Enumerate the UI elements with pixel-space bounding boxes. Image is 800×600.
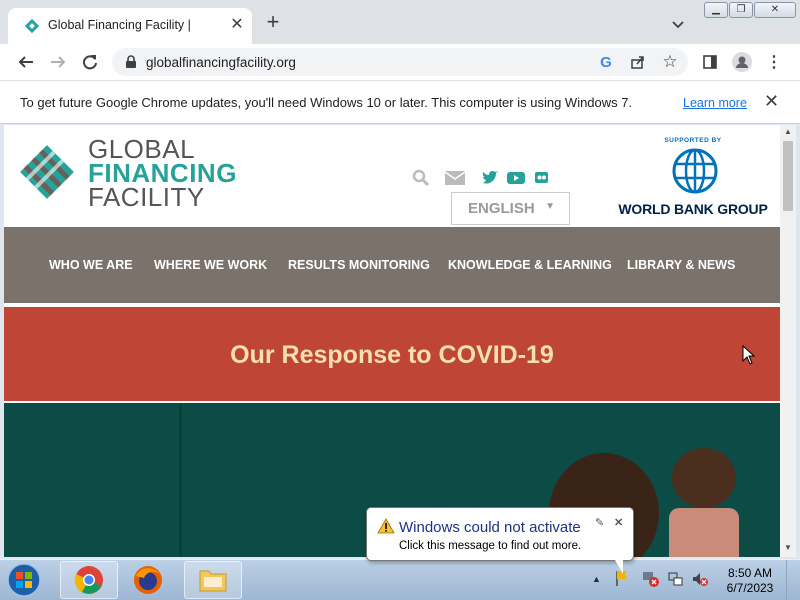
profile-avatar-icon[interactable] <box>730 50 754 74</box>
windows-taskbar: ▲ 8:50 AM 6/7/2023 <box>0 559 800 600</box>
clock-date: 6/7/2023 <box>726 581 774 595</box>
mouse-cursor-icon <box>742 345 756 365</box>
nav-results-monitoring[interactable]: RESULTS MONITORING <box>288 258 430 272</box>
flickr-icon[interactable] <box>533 169 551 187</box>
scrollbar-thumb[interactable] <box>783 141 793 211</box>
search-icon[interactable] <box>412 169 430 187</box>
balloon-tail <box>615 560 623 574</box>
covid-banner[interactable]: Our Response to COVID-19 <box>4 307 780 401</box>
gff-favicon-icon <box>24 18 40 34</box>
browser-toolbar: globalfinancingfacility.org G ☆ ⋮ <box>0 44 800 80</box>
tray-clock[interactable]: 8:50 AM 6/7/2023 <box>722 566 778 596</box>
infobar-message: To get future Google Chrome updates, you… <box>20 95 633 110</box>
forward-icon[interactable] <box>46 50 70 74</box>
url-text: globalfinancingfacility.org <box>146 55 296 70</box>
folder-icon <box>199 570 227 592</box>
volume-muted-icon[interactable] <box>691 570 709 588</box>
warning-icon <box>377 518 395 534</box>
world-bank-logo[interactable]: SUPPORTED BY WORLD BANK GROUP <box>618 137 768 217</box>
infobar-close-icon[interactable]: ✕ <box>764 91 779 112</box>
clock-time: 8:50 AM <box>727 566 773 580</box>
update-infobar: To get future Google Chrome updates, you… <box>0 80 800 124</box>
notification-options-icon[interactable]: ✎ <box>595 516 604 529</box>
taskbar-firefox[interactable] <box>132 564 164 600</box>
email-icon[interactable] <box>444 169 466 187</box>
notification-title: Windows could not activate <box>399 519 581 536</box>
page-scrollbar[interactable]: ▲ ▼ <box>780 125 796 557</box>
caret-down-icon: ▼ <box>545 201 555 212</box>
menu-kebab-icon[interactable]: ⋮ <box>762 50 786 74</box>
new-tab-button[interactable]: + <box>262 11 284 34</box>
logo-line-facility: FACILITY <box>88 182 205 212</box>
taskbar-explorer[interactable] <box>184 561 242 599</box>
globe-icon <box>672 148 718 194</box>
activation-notification[interactable]: Windows could not activate Click this me… <box>366 507 634 574</box>
nav-who-we-are[interactable]: WHO WE ARE <box>49 258 133 272</box>
covid-banner-text: Our Response to COVID-19 <box>230 341 554 369</box>
notification-close-icon[interactable]: ✕ <box>614 516 623 529</box>
network-error-icon[interactable] <box>642 570 660 588</box>
notification-message: Click this message to find out more. <box>399 540 582 552</box>
chrome-icon <box>74 566 103 594</box>
share-icon[interactable] <box>626 50 650 74</box>
gff-logo-icon[interactable] <box>18 143 76 201</box>
tab-close-icon[interactable]: ✕ <box>228 16 246 34</box>
language-select[interactable]: ENGLISH ▼ <box>451 192 570 225</box>
youtube-icon[interactable] <box>506 169 526 187</box>
twitter-icon[interactable] <box>481 169 499 187</box>
window-controls: ▁ ❐ ✕ <box>704 2 797 20</box>
nav-knowledge-learning[interactable]: KNOWLEDGE & LEARNING <box>448 258 612 272</box>
firefox-icon <box>134 566 162 594</box>
tray-expand-icon[interactable]: ▲ <box>592 574 601 584</box>
show-desktop-button[interactable] <box>786 560 800 600</box>
wb-supported-by: SUPPORTED BY <box>664 137 722 144</box>
back-icon[interactable] <box>14 50 38 74</box>
tab-strip: Global Financing Facility | ✕ + ▁ ❐ ✕ <box>0 0 800 44</box>
google-lens-icon[interactable]: G <box>594 50 618 74</box>
scroll-down-arrow-icon[interactable]: ▼ <box>784 543 792 552</box>
bookmark-star-icon[interactable]: ☆ <box>658 50 682 74</box>
gff-logo-text[interactable]: GLOBAL FINANCING FACILITY <box>88 136 237 212</box>
language-value: ENGLISH <box>468 200 535 217</box>
nav-where-we-work[interactable]: WHERE WE WORK <box>154 258 267 272</box>
main-nav: WHO WE ARE WHERE WE WORK RESULTS MONITOR… <box>4 227 780 303</box>
minimize-button[interactable]: ▁ <box>704 2 728 18</box>
display-monitor-icon[interactable] <box>667 570 685 588</box>
tab-search-chevron-icon[interactable] <box>670 16 686 32</box>
tab-title: Global Financing Facility | <box>48 18 191 32</box>
reload-icon[interactable] <box>78 50 102 74</box>
side-panel-icon[interactable] <box>698 50 722 74</box>
web-page: GLOBAL FINANCING FACILITY ENGLISH ▼ SUPP… <box>4 125 780 557</box>
scroll-up-arrow-icon[interactable]: ▲ <box>784 127 792 136</box>
browser-tab[interactable]: Global Financing Facility | ✕ <box>8 8 252 44</box>
taskbar-chrome[interactable] <box>60 561 118 599</box>
nav-library-news[interactable]: LIBRARY & NEWS <box>627 258 735 272</box>
close-window-button[interactable]: ✕ <box>754 2 796 18</box>
wb-name: WORLD BANK GROUP <box>618 201 768 217</box>
restore-button[interactable]: ❐ <box>729 2 753 18</box>
lock-icon[interactable] <box>124 55 138 69</box>
learn-more-link[interactable]: Learn more <box>683 96 747 110</box>
start-button-icon[interactable] <box>4 562 44 599</box>
